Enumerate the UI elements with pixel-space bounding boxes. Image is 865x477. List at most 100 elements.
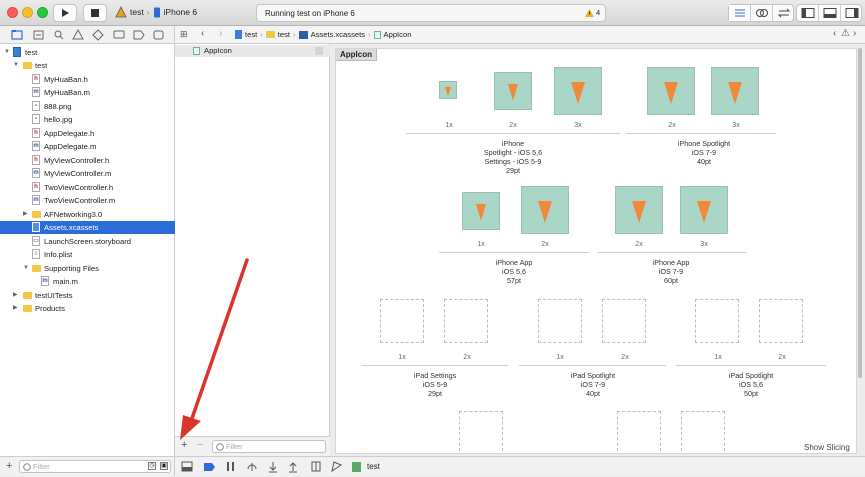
tree-row-file[interactable]: m MyViewController.m: [0, 167, 175, 180]
tree-row-file[interactable]: m MyHuaBan.m: [0, 86, 175, 99]
project-icon: [235, 30, 242, 39]
icon-slot-filled[interactable]: [494, 72, 532, 110]
close-window-button[interactable]: [7, 7, 18, 18]
slot-group-label: iPhone App iOS 7-9 60pt: [621, 258, 721, 285]
tree-row-label: MyHuaBan.h: [44, 75, 88, 84]
icon-slot-filled[interactable]: [462, 192, 500, 230]
navigator-filter-field[interactable]: Filter ◷ ▣: [19, 460, 171, 473]
toggle-navigator-button[interactable]: [797, 5, 819, 21]
tree-row-file[interactable]: ▭ LaunchScreen.storyboard: [0, 235, 175, 248]
tree-row-label: MyHuaBan.m: [44, 88, 91, 97]
tree-row-label: MyViewController.m: [44, 169, 112, 178]
run-button[interactable]: [53, 4, 77, 22]
disclosure-open-icon[interactable]: ▼: [13, 59, 19, 72]
tree-row-file[interactable]: m main.m: [0, 275, 175, 288]
tree-row-file[interactable]: h MyHuaBan.h: [0, 73, 175, 86]
window-toolbar: test › iPhone 6 Running test on iPhone 6…: [0, 0, 865, 26]
navigator-tab-icons: [11, 28, 164, 41]
breadcrumb-item[interactable]: AppIcon: [384, 30, 412, 39]
tree-row-folder[interactable]: ▼ test: [0, 59, 175, 72]
icon-slot-empty[interactable]: [380, 299, 424, 343]
zoom-window-button[interactable]: [37, 7, 48, 18]
tree-row-folder[interactable]: ▼ Supporting Files: [0, 262, 175, 275]
tree-row-folder[interactable]: ▶ AFNetworking3.0: [0, 208, 175, 221]
tree-row-file[interactable]: m AppDelegate.m: [0, 140, 175, 153]
icon-slot-filled[interactable]: [647, 67, 695, 115]
disclosure-closed-icon[interactable]: ▶: [13, 289, 18, 302]
vertical-scrollbar[interactable]: [858, 48, 862, 378]
icon-slot-filled[interactable]: [680, 186, 728, 234]
add-file-button[interactable]: +: [6, 460, 12, 472]
icon-slot-filled[interactable]: [521, 186, 569, 234]
breadcrumb-item[interactable]: Assets.xcassets: [311, 30, 365, 39]
usage-line: iOS 5-9: [422, 380, 448, 389]
tree-row-file[interactable]: ≡ Info.plist: [0, 248, 175, 261]
icon-slot-empty[interactable]: [459, 411, 503, 451]
asset-row-appicon[interactable]: AppIcon: [175, 45, 330, 57]
toggle-inspector-button[interactable]: [841, 5, 863, 21]
usage-line: Settings - iOS 5-9: [484, 157, 542, 166]
warning-icon: [585, 8, 594, 17]
assistant-editor-button[interactable]: [751, 5, 773, 21]
minimize-window-button[interactable]: [22, 7, 33, 18]
slot-group-label: iPad Spotlight iOS 5,6 50pt: [701, 371, 801, 398]
version-editor-button[interactable]: [773, 5, 795, 21]
disclosure-closed-icon[interactable]: ▶: [23, 208, 28, 221]
warning-triangle-icon: [72, 28, 84, 40]
icon-slot-filled[interactable]: [711, 67, 759, 115]
icon-slot-empty[interactable]: [602, 299, 646, 343]
icon-slot-empty[interactable]: [695, 299, 739, 343]
forward-button[interactable]: ›: [219, 28, 222, 39]
previous-issue-button[interactable]: ‹: [833, 28, 836, 39]
debug-target-label[interactable]: test: [367, 462, 380, 471]
icon-slot-empty[interactable]: [759, 299, 803, 343]
step-over-icon: [247, 463, 257, 471]
show-slicing-button[interactable]: Show Slicing: [804, 443, 850, 452]
warning-count: 4: [596, 8, 601, 17]
icon-slot-filled[interactable]: [439, 81, 457, 99]
back-button[interactable]: ‹: [201, 28, 204, 39]
warning-icon-button[interactable]: ⚠: [841, 28, 850, 39]
stop-button[interactable]: [83, 4, 107, 22]
icon-slot-empty[interactable]: [444, 299, 488, 343]
icon-slot-empty[interactable]: [538, 299, 582, 343]
breadcrumb-item[interactable]: test: [278, 30, 290, 39]
warnings-badge[interactable]: 4: [585, 8, 600, 17]
source-control-filter-icon[interactable]: ▣: [160, 462, 168, 470]
recent-files-icon[interactable]: ◷: [148, 462, 156, 470]
tree-row-file[interactable]: h MyViewController.h: [0, 154, 175, 167]
tree-row-folder[interactable]: ▶ testUITests: [0, 289, 175, 302]
tree-row-file[interactable]: ▪ hello.jpg: [0, 113, 175, 126]
tree-row-file[interactable]: m TwoViewController.m: [0, 194, 175, 207]
scheme-selector[interactable]: test › iPhone 6: [115, 6, 197, 18]
tree-row-file[interactable]: h AppDelegate.h: [0, 127, 175, 140]
toggle-debug-area-icon: [181, 461, 193, 472]
toggle-debug-area-button[interactable]: [819, 5, 841, 21]
play-icon: [62, 9, 69, 17]
device-line: iPad Spotlight: [570, 371, 616, 380]
tree-row-project[interactable]: ▼ test: [0, 46, 175, 59]
next-issue-button[interactable]: ›: [853, 28, 856, 39]
tree-row-file[interactable]: ▪ 888.png: [0, 100, 175, 113]
icon-slot-filled[interactable]: [554, 67, 602, 115]
tree-row-label: Products: [35, 304, 65, 313]
breadcrumb-item[interactable]: test: [245, 30, 257, 39]
usage-line: iOS 5,6: [739, 380, 763, 389]
chevron-right-icon: ›: [293, 30, 296, 39]
scheme-name: test: [130, 7, 144, 17]
icon-slot-empty[interactable]: [617, 411, 661, 451]
header-file-icon: h: [32, 182, 40, 192]
disclosure-open-icon[interactable]: ▼: [23, 262, 29, 275]
tree-row-file[interactable]: h TwoViewController.h: [0, 181, 175, 194]
breakpoint-icon: [133, 30, 145, 40]
disclosure-closed-icon[interactable]: ▶: [13, 302, 18, 315]
related-items-icon[interactable]: ⊞: [180, 29, 188, 40]
standard-editor-button[interactable]: [729, 5, 751, 21]
icon-slot-filled[interactable]: [615, 186, 663, 234]
tree-row-assets-selected[interactable]: Assets.xcassets: [0, 221, 175, 234]
tree-row-folder[interactable]: ▶ Products: [0, 302, 175, 315]
report-icon: [153, 30, 164, 40]
disclosure-open-icon[interactable]: ▼: [4, 46, 10, 59]
test-diamond-icon: [92, 29, 104, 41]
icon-slot-empty[interactable]: [681, 411, 725, 451]
